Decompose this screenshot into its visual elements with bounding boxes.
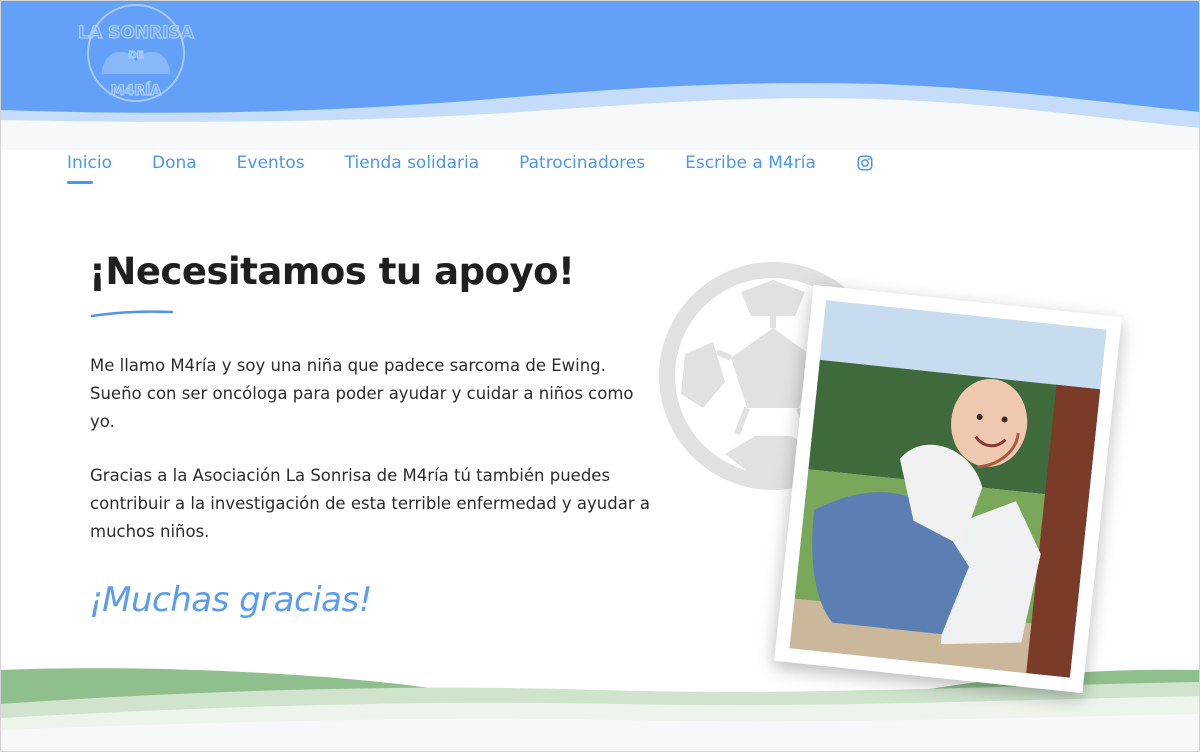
title-underline (90, 310, 174, 318)
logo-text-top: LA SONRISA (78, 23, 194, 43)
page-title: ¡Necesitamos tu apoyo! (89, 250, 575, 293)
nav-item-escribe[interactable]: Escribe a M4ría (685, 150, 816, 176)
nav-item-inicio[interactable]: Inicio (67, 150, 112, 184)
nav-item-patrocinadores[interactable]: Patrocinadores (519, 150, 645, 176)
nav-item-tienda-solidaria[interactable]: Tienda solidaria (345, 150, 479, 176)
intro-paragraph: Me llamo M4ría y soy una niña que padece… (90, 356, 634, 431)
logo[interactable]: LA SONRISA DE M4RÍA (72, 4, 200, 102)
photo-image (789, 300, 1107, 678)
main-nav: Inicio Dona Eventos Tienda solidaria Pat… (67, 148, 874, 184)
nav-item-dona[interactable]: Dona (152, 150, 197, 176)
support-paragraph: Gracias a la Asociación La Sonrisa de M4… (90, 466, 650, 541)
logo-text-bottom: M4RÍA (111, 82, 162, 99)
thanks-text: ¡Muchas gracias! (89, 580, 372, 620)
logo-text-middle: DE (128, 50, 143, 61)
nav-item-eventos[interactable]: Eventos (237, 150, 305, 176)
instagram-icon[interactable] (856, 154, 874, 172)
photo-card (774, 284, 1122, 694)
